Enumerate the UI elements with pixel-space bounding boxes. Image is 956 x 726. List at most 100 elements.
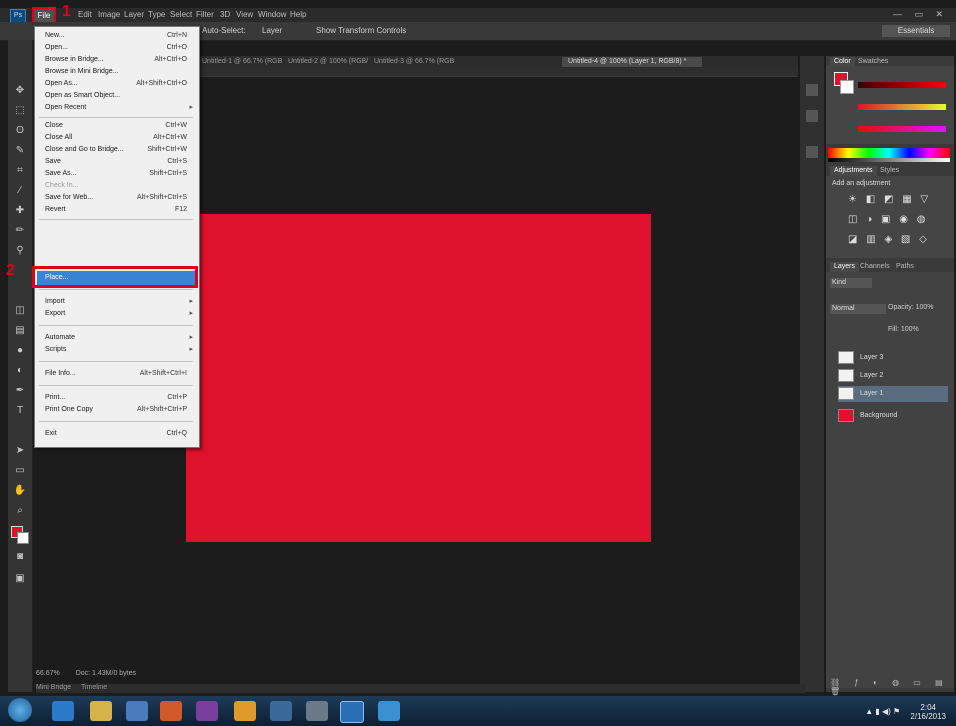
layer-row[interactable]: Layer 3: [838, 350, 948, 366]
zoom-tool-icon[interactable]: ⌕: [13, 504, 27, 518]
menu-edit[interactable]: Edit: [78, 9, 92, 21]
tab-adjustments[interactable]: Adjustments: [830, 166, 877, 176]
doc-tab-active[interactable]: Untitled-4 @ 100% (Layer 1, RGB/8) *: [562, 57, 702, 67]
adjustment-icons-row3[interactable]: ◪ ▥ ◈ ▧ ◇: [848, 234, 930, 245]
green-slider[interactable]: [858, 104, 946, 110]
screen-mode-icon[interactable]: ▣: [13, 572, 27, 586]
character-panel-icon[interactable]: [806, 146, 818, 158]
crop-tool-icon[interactable]: ⌗: [13, 164, 27, 178]
auto-select-dropdown[interactable]: Layer: [262, 26, 282, 36]
menu-item-close-all[interactable]: Close All Alt+Ctrl+W: [45, 133, 193, 143]
menu-item-export[interactable]: Export ▸: [45, 309, 193, 319]
layers-footer-icons[interactable]: ⛓ ƒ ◐ ◍ ▭ ▤ 🗑: [830, 678, 950, 696]
clone-stamp-tool-icon[interactable]: ⚲: [13, 244, 27, 258]
doc-tab[interactable]: Untitled-3 @ 66.7% (RGB/8): [374, 57, 454, 67]
menu-item-new[interactable]: New... Ctrl+N: [45, 31, 193, 41]
firefox-icon[interactable]: [160, 701, 182, 721]
menu-item-file-info[interactable]: File Info... Alt+Shift+Ctrl+I: [45, 369, 193, 379]
hand-tool-icon[interactable]: ✋: [13, 484, 27, 498]
start-button-icon[interactable]: [8, 698, 32, 722]
internet-explorer-icon[interactable]: [52, 701, 74, 721]
layer-row[interactable]: Layer 2: [838, 368, 948, 384]
menu-item-print[interactable]: Print... Ctrl+P: [45, 393, 193, 403]
grayscale-ramp[interactable]: [828, 158, 950, 162]
app-window-icon[interactable]: [270, 701, 292, 721]
menu-item-open-as[interactable]: Open As... Alt+Shift+Ctrl+O: [45, 79, 193, 89]
eraser-tool-icon[interactable]: ◫: [13, 304, 27, 318]
lasso-tool-icon[interactable]: ʘ: [13, 124, 27, 138]
tray-icons[interactable]: ▲ ▮ ◀) ⚑: [865, 707, 900, 716]
menu-image[interactable]: Image: [98, 9, 120, 21]
path-select-tool-icon[interactable]: ➤: [13, 444, 27, 458]
tab-styles[interactable]: Styles: [880, 166, 899, 176]
blend-mode-select[interactable]: Normal: [830, 304, 886, 314]
chrome-icon[interactable]: [234, 701, 256, 721]
history-panel-icon[interactable]: [806, 84, 818, 96]
pen-tool-icon[interactable]: ✒: [13, 384, 27, 398]
layer-row[interactable]: Background: [838, 408, 948, 424]
move-tool-icon[interactable]: ✥: [13, 84, 27, 98]
doc-tab[interactable]: Untitled-1 @ 66.7% (RGB/8): [202, 57, 282, 67]
menu-select[interactable]: Select: [170, 9, 192, 21]
gradient-tool-icon[interactable]: ▤: [13, 324, 27, 338]
quick-select-tool-icon[interactable]: ✎: [13, 144, 27, 158]
brush-tool-icon[interactable]: ✏: [13, 224, 27, 238]
menu-item-browse-mini-bridge[interactable]: Browse in Mini Bridge...: [45, 67, 193, 77]
zoom-level[interactable]: 66.67%: [36, 670, 60, 677]
type-tool-icon[interactable]: T: [13, 404, 27, 418]
menu-item-exit[interactable]: Exit Ctrl+Q: [45, 429, 193, 439]
healing-brush-tool-icon[interactable]: ✚: [13, 204, 27, 218]
window-controls[interactable]: — ▭ ✕: [893, 9, 948, 20]
app-icon[interactable]: [196, 701, 218, 721]
blur-tool-icon[interactable]: ●: [13, 344, 27, 358]
menu-item-print-one-copy[interactable]: Print One Copy Alt+Shift+Ctrl+P: [45, 405, 193, 415]
document-canvas[interactable]: [186, 214, 651, 542]
app-taskbar-icon[interactable]: [378, 701, 400, 721]
eyedropper-tool-icon[interactable]: ⁄: [13, 184, 27, 198]
menu-item-save-as[interactable]: Save As... Shift+Ctrl+S: [45, 169, 193, 179]
opacity-field[interactable]: Opacity: 100%: [888, 304, 934, 311]
tab-layers[interactable]: Layers: [830, 262, 860, 272]
layer-filter-kind[interactable]: Kind: [830, 278, 872, 288]
menu-item-open-smart-object[interactable]: Open as Smart Object...: [45, 91, 193, 101]
menu-item-revert[interactable]: Revert F12: [45, 205, 193, 215]
shape-tool-icon[interactable]: ▭: [13, 464, 27, 478]
file-explorer-icon[interactable]: [90, 701, 112, 721]
tab-timeline[interactable]: Timeline: [81, 684, 107, 691]
menu-item-import[interactable]: Import ▸: [45, 297, 193, 307]
properties-panel-icon[interactable]: [806, 110, 818, 122]
dodge-tool-icon[interactable]: ◐: [13, 364, 27, 378]
menu-item-save[interactable]: Save Ctrl+S: [45, 157, 193, 167]
color-spectrum[interactable]: [828, 148, 950, 158]
menu-item-close[interactable]: Close Ctrl+W: [45, 121, 193, 131]
fill-field[interactable]: Fill: 100%: [888, 326, 919, 333]
menu-view[interactable]: View: [236, 9, 253, 21]
menu-item-open[interactable]: Open... Ctrl+O: [45, 43, 193, 53]
menu-item-browse-bridge[interactable]: Browse in Bridge... Alt+Ctrl+O: [45, 55, 193, 65]
system-tray[interactable]: ▲ ▮ ◀) ⚑ 2:04 2/16/2013: [865, 703, 946, 721]
show-transform-controls[interactable]: Show Transform Controls: [316, 26, 406, 36]
adjustment-icons-row2[interactable]: ◫ ◑ ▣ ◉ ◍: [848, 214, 929, 225]
tab-channels[interactable]: Channels: [860, 262, 890, 272]
tab-paths[interactable]: Paths: [896, 262, 914, 272]
media-player-icon[interactable]: [126, 701, 148, 721]
menu-3d[interactable]: 3D: [220, 9, 230, 21]
menu-item-close-go-bridge[interactable]: Close and Go to Bridge... Shift+Ctrl+W: [45, 145, 193, 155]
photoshop-taskbar-icon[interactable]: [340, 701, 364, 723]
menu-type[interactable]: Type: [148, 9, 165, 21]
doc-tab[interactable]: Untitled-2 @ 100% (RGB/8): [288, 57, 368, 67]
menu-item-automate[interactable]: Automate ▸: [45, 333, 193, 343]
menu-item-save-for-web[interactable]: Save for Web... Alt+Shift+Ctrl+S: [45, 193, 193, 203]
background-color-swatch[interactable]: [17, 532, 29, 544]
menu-layer[interactable]: Layer: [124, 9, 144, 21]
menu-help[interactable]: Help: [290, 9, 306, 21]
menu-filter[interactable]: Filter: [196, 9, 214, 21]
app-tool-icon[interactable]: [306, 701, 328, 721]
marquee-tool-icon[interactable]: ⬚: [13, 104, 27, 118]
menu-window[interactable]: Window: [258, 9, 286, 21]
menu-item-open-recent[interactable]: Open Recent ▸: [45, 103, 193, 113]
bg-color-chip[interactable]: [840, 80, 854, 94]
auto-select-option[interactable]: Auto-Select:: [202, 26, 246, 36]
adjustment-icons-row1[interactable]: ☀ ◧ ◩ ▦ ▽: [848, 194, 931, 205]
blue-slider[interactable]: [858, 126, 946, 132]
